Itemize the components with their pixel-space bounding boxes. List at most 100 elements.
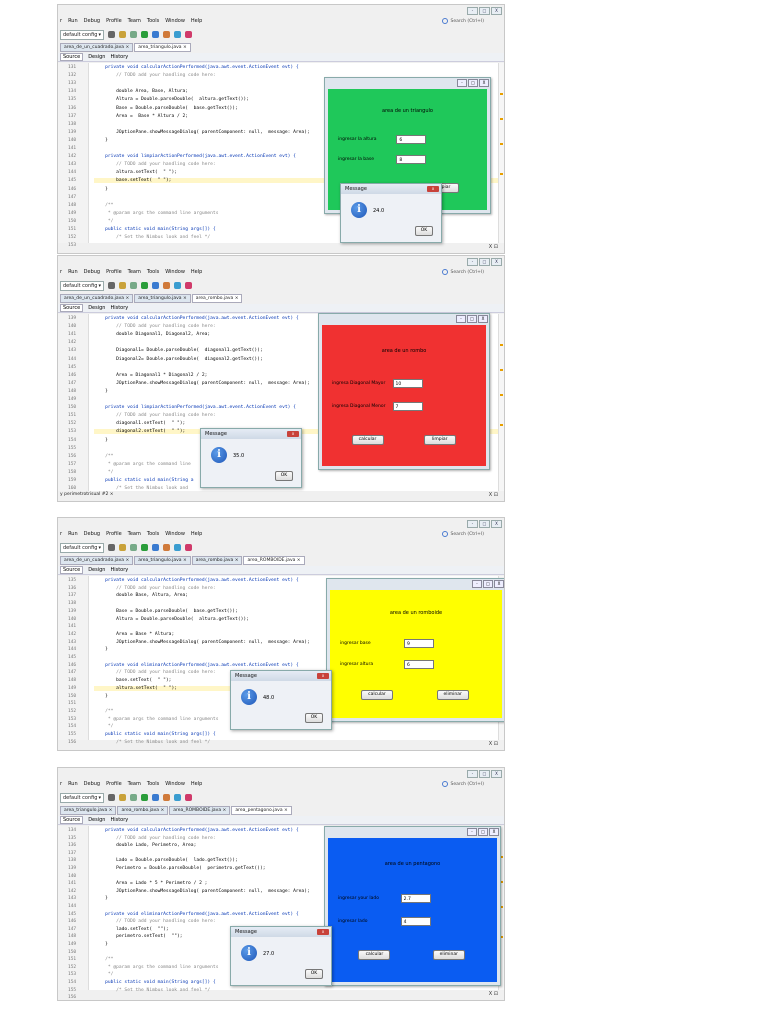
minimize-button[interactable]: -	[467, 258, 478, 266]
editor-mode-design[interactable]: Design	[88, 305, 105, 311]
memory-icon[interactable]	[174, 282, 181, 289]
memory-icon[interactable]	[174, 31, 181, 38]
menu-item-tools[interactable]: Tools	[147, 531, 159, 537]
menu-item-debug[interactable]: Debug	[84, 531, 100, 537]
search-box[interactable]: Search (Ctrl+I)	[442, 531, 484, 537]
menu-item-r[interactable]: r	[60, 531, 62, 537]
app-close-button[interactable]: X	[479, 79, 489, 87]
ok-button[interactable]: OK	[305, 969, 323, 979]
menu-item-run[interactable]: Run	[68, 531, 78, 537]
warning-marker[interactable]	[500, 118, 503, 120]
config-select[interactable]: default config ▾	[60, 792, 104, 803]
menu-item-run[interactable]: Run	[68, 18, 78, 24]
close-button[interactable]: X	[491, 7, 502, 15]
editor-mode-design[interactable]: Design	[88, 817, 105, 823]
run-icon[interactable]	[141, 544, 148, 551]
file-tab[interactable]: area_rombo.java ×	[191, 556, 243, 565]
close-button[interactable]: X	[491, 770, 502, 778]
gc-icon[interactable]	[185, 794, 192, 801]
close-button[interactable]: X	[491, 520, 502, 528]
editor-mode-source[interactable]: Source	[60, 816, 84, 824]
hammer-icon[interactable]	[119, 31, 126, 38]
hammer-icon[interactable]	[119, 544, 126, 551]
input-field-2[interactable]: 7	[392, 401, 423, 411]
input-field-1[interactable]: 10	[392, 379, 423, 389]
app-close-button[interactable]: X	[478, 315, 488, 323]
gear-icon[interactable]	[108, 282, 115, 289]
menu-item-window[interactable]: Window	[165, 269, 185, 275]
file-tab[interactable]: area_triangulo.java ×	[60, 806, 117, 815]
warning-marker[interactable]	[500, 424, 503, 426]
hammer-icon[interactable]	[119, 794, 126, 801]
clean-build-icon[interactable]	[130, 544, 137, 551]
menu-item-team[interactable]: Team	[128, 781, 141, 787]
app-minimize-button[interactable]: -	[472, 580, 482, 588]
config-select[interactable]: default config ▾	[60, 542, 104, 553]
minimize-button[interactable]: -	[467, 520, 478, 528]
editor-mode-source[interactable]: Source	[60, 566, 84, 574]
ok-button[interactable]: OK	[305, 713, 323, 723]
input-field-1[interactable]: 6	[396, 135, 427, 145]
profile-icon[interactable]	[163, 31, 170, 38]
input-field-2[interactable]: 4	[400, 916, 431, 926]
menu-item-team[interactable]: Team	[128, 531, 141, 537]
editor-mode-design[interactable]: Design	[88, 54, 105, 60]
menu-item-help[interactable]: Help	[191, 781, 202, 787]
file-tab[interactable]: area_triangulo.java ×	[134, 556, 191, 565]
warning-marker[interactable]	[500, 344, 503, 346]
debug-icon[interactable]	[152, 282, 159, 289]
menu-item-profile[interactable]: Profile	[106, 18, 122, 24]
search-box[interactable]: Search (Ctrl+I)	[442, 781, 484, 787]
calcular-button[interactable]: calcular	[358, 950, 391, 961]
file-tab[interactable]: area_ROMBOIDE.java ×	[243, 556, 305, 565]
menu-item-profile[interactable]: Profile	[106, 781, 122, 787]
file-tab[interactable]: area_triangulo.java ×	[134, 43, 191, 52]
file-tab[interactable]: area_de_un_cuadrado.java ×	[60, 43, 134, 52]
calcular-button[interactable]: calcular	[360, 689, 393, 700]
menu-item-r[interactable]: r	[60, 18, 62, 24]
menu-item-help[interactable]: Help	[191, 269, 202, 275]
maximize-button[interactable]: □	[479, 520, 490, 528]
close-button[interactable]: X	[491, 258, 502, 266]
file-tab[interactable]: area_rombo.java ×	[117, 806, 169, 815]
minimize-button[interactable]: -	[467, 7, 478, 15]
app-minimize-button[interactable]: -	[457, 79, 467, 87]
search-box[interactable]: Search (Ctrl+I)	[442, 269, 484, 275]
close-icon[interactable]: x	[427, 186, 439, 192]
editor-mode-history[interactable]: History	[110, 305, 128, 311]
run-icon[interactable]	[141, 31, 148, 38]
app-maximize-button[interactable]: □	[483, 580, 493, 588]
editor-mode-history[interactable]: History	[110, 54, 128, 60]
app-minimize-button[interactable]: -	[467, 828, 477, 836]
warning-marker[interactable]	[500, 394, 503, 396]
menu-item-run[interactable]: Run	[68, 781, 78, 787]
input-field-2[interactable]: 6	[403, 659, 434, 669]
run-icon[interactable]	[141, 282, 148, 289]
clean-build-icon[interactable]	[130, 31, 137, 38]
clean-build-icon[interactable]	[130, 794, 137, 801]
memory-icon[interactable]	[174, 544, 181, 551]
menu-item-window[interactable]: Window	[165, 18, 185, 24]
menu-item-tools[interactable]: Tools	[147, 781, 159, 787]
error-stripe[interactable]	[498, 63, 504, 243]
app-close-button[interactable]: X	[489, 828, 499, 836]
warning-marker[interactable]	[500, 369, 503, 371]
app-maximize-button[interactable]: □	[467, 315, 477, 323]
gc-icon[interactable]	[185, 282, 192, 289]
file-tab[interactable]: area_pentagono.java ×	[231, 806, 292, 815]
minimize-button[interactable]: -	[467, 770, 478, 778]
close-icon[interactable]: x	[317, 673, 329, 679]
ok-button[interactable]: OK	[415, 226, 433, 236]
editor-mode-design[interactable]: Design	[88, 567, 105, 573]
menu-item-profile[interactable]: Profile	[106, 269, 122, 275]
profile-icon[interactable]	[163, 794, 170, 801]
config-select[interactable]: default config ▾	[60, 280, 104, 291]
menu-item-tools[interactable]: Tools	[147, 269, 159, 275]
debug-icon[interactable]	[152, 794, 159, 801]
maximize-button[interactable]: □	[479, 770, 490, 778]
input-field-2[interactable]: 8	[396, 154, 427, 164]
menu-item-debug[interactable]: Debug	[84, 781, 100, 787]
editor-mode-source[interactable]: Source	[60, 53, 84, 61]
menu-item-team[interactable]: Team	[128, 269, 141, 275]
menu-item-debug[interactable]: Debug	[84, 269, 100, 275]
